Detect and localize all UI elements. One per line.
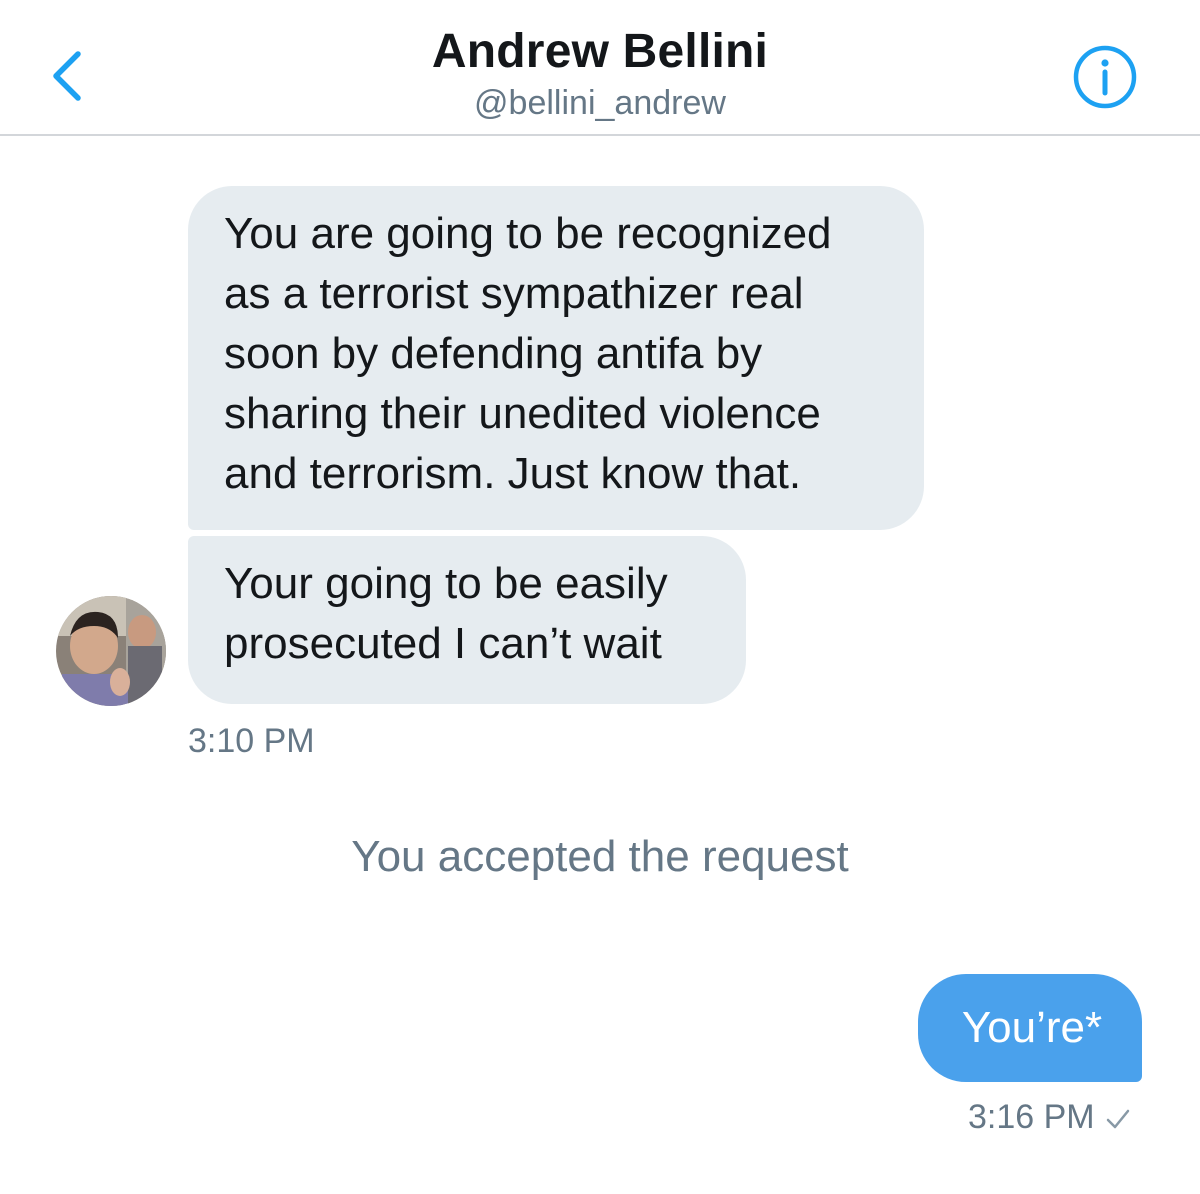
check-icon — [1106, 1109, 1129, 1129]
incoming-message[interactable]: Your going to be easily prosecuted I can… — [188, 536, 746, 704]
conversation-header: Andrew Bellini @bellini_andrew — [0, 0, 1200, 136]
message-timestamp: 3:10 PM — [188, 722, 315, 760]
avatar-photo — [56, 596, 166, 706]
system-message: You accepted the request — [351, 832, 849, 881]
message-timestamp: 3:16 PM — [968, 1098, 1095, 1136]
incoming-message[interactable]: You are going to be recognized as a terr… — [188, 186, 924, 530]
info-button[interactable] — [1072, 44, 1138, 110]
sent-status: 3:16 PM — [968, 1098, 1131, 1137]
contact-handle: @bellini_andrew — [474, 84, 726, 122]
outgoing-message[interactable]: You’re* — [918, 974, 1142, 1082]
contact-name[interactable]: Andrew Bellini — [0, 24, 1200, 79]
info-icon — [1073, 45, 1137, 109]
avatar[interactable] — [56, 596, 166, 706]
